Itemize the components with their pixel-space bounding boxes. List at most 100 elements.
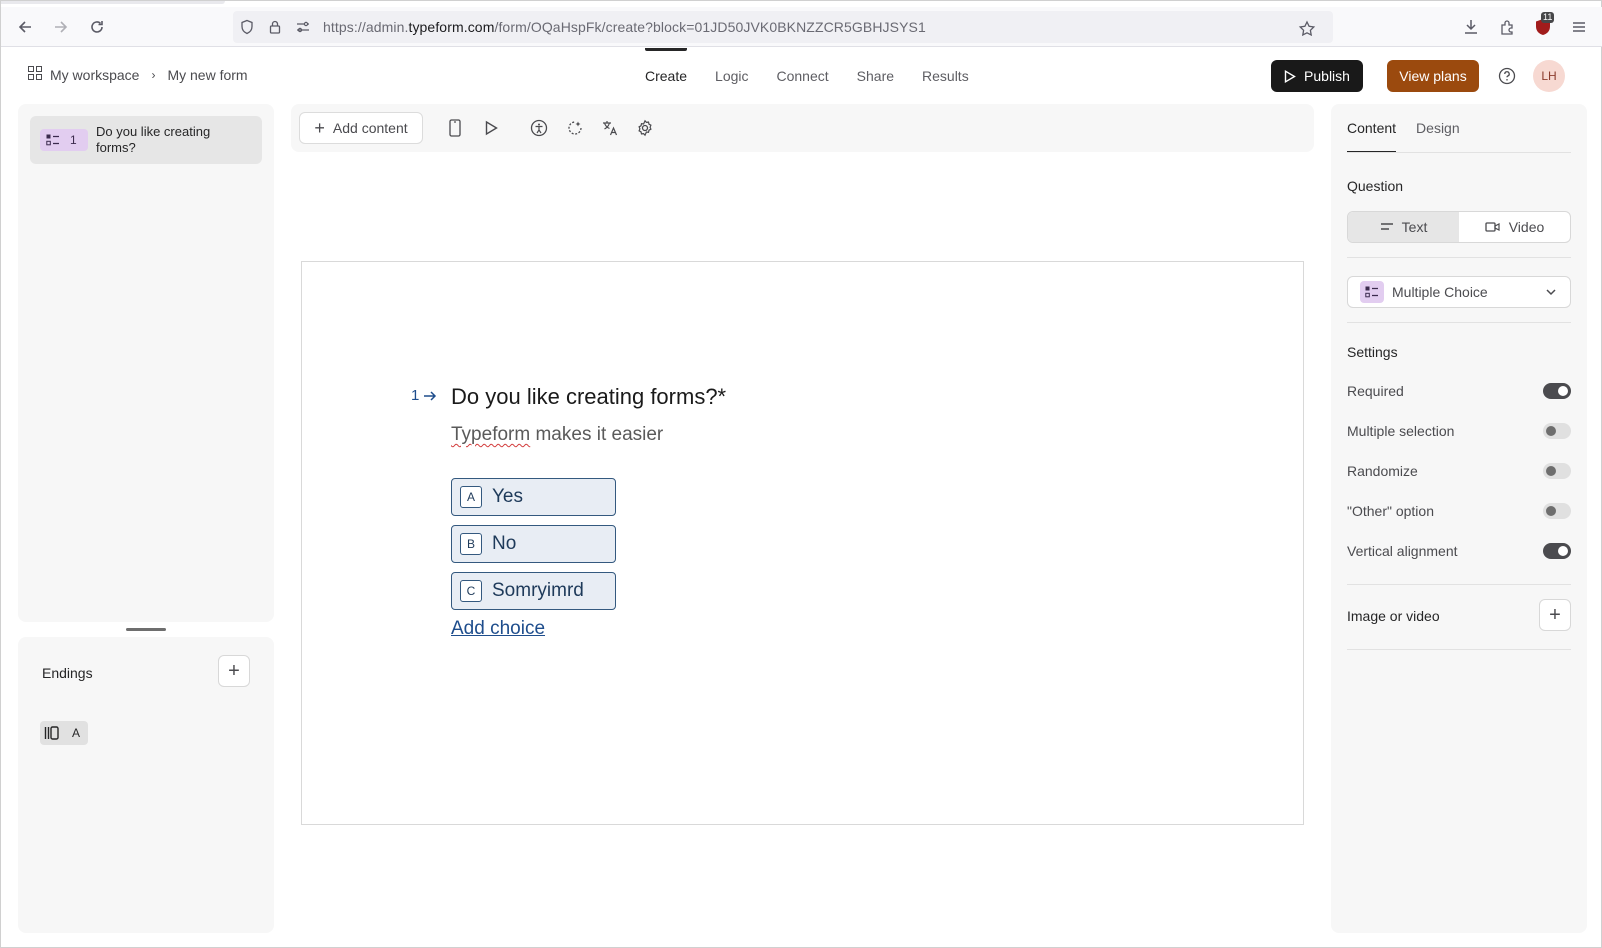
setting-label: Required (1347, 383, 1404, 399)
mode-text-button[interactable]: Text (1348, 212, 1459, 242)
mode-video-button[interactable]: Video (1459, 212, 1570, 242)
question-type-value: Multiple Choice (1392, 284, 1488, 300)
avatar[interactable]: LH (1533, 60, 1565, 92)
choice-option[interactable]: A Yes (451, 478, 616, 516)
ublock-icon[interactable]: 11 (1529, 12, 1557, 41)
question-list-item[interactable]: 1 Do you like creating forms? (30, 116, 262, 164)
extension-badge: 11 (1541, 12, 1555, 23)
add-ending-button[interactable]: + (218, 655, 250, 687)
publish-button[interactable]: Publish (1271, 60, 1363, 92)
ending-item[interactable]: A (40, 721, 88, 745)
tab-share[interactable]: Share (843, 48, 908, 104)
plus-icon: + (314, 118, 325, 138)
ending-letter: A (72, 726, 81, 740)
divider (1347, 257, 1571, 258)
url-domain: typeform.com (408, 19, 495, 35)
accessibility-icon[interactable] (527, 116, 551, 140)
forward-icon[interactable] (47, 13, 75, 41)
tab-logic[interactable]: Logic (701, 48, 762, 104)
view-plans-button[interactable]: View plans (1387, 60, 1479, 92)
extensions-icon[interactable] (1493, 13, 1521, 41)
add-choice-link[interactable]: Add choice (451, 618, 545, 640)
play-icon (1284, 69, 1296, 83)
lock-icon[interactable] (261, 13, 289, 41)
question-list-number: 1 (70, 133, 77, 147)
misspelled-word: Typeform (451, 424, 531, 445)
setting-label: "Other" option (1347, 503, 1434, 519)
plus-icon: + (1549, 603, 1561, 626)
url-path: /form/OQaHspFk/create?block=01JD50JVK0BK… (494, 19, 926, 35)
url-text[interactable]: https://admin.typeform.com/form/OQaHspFk… (323, 19, 926, 35)
menu-icon[interactable] (1565, 13, 1593, 41)
setting-vertical-alignment: Vertical alignment (1347, 540, 1571, 564)
choice-key: A (460, 486, 482, 508)
choice-label[interactable]: No (492, 533, 516, 555)
chevron-down-icon (1544, 285, 1558, 302)
address-bar[interactable]: https://admin.typeform.com/form/OQaHspFk… (233, 11, 1333, 43)
divider (1347, 584, 1571, 585)
randomize-toggle[interactable] (1543, 463, 1571, 479)
settings-section-label: Settings (1347, 344, 1398, 360)
breadcrumb-form-name[interactable]: My new form (167, 67, 247, 83)
add-content-button[interactable]: + Add content (299, 112, 423, 144)
multiple-choice-icon (1360, 281, 1384, 303)
settings-gear-icon[interactable] (633, 116, 657, 140)
question-mode-toggle: Text Video (1347, 211, 1571, 243)
permissions-icon[interactable] (289, 13, 317, 41)
browser-toolbar: https://admin.typeform.com/form/OQaHspFk… (1, 7, 1602, 47)
workspace-grid-icon (28, 66, 42, 83)
add-media-button[interactable]: + (1539, 599, 1571, 631)
description-text: makes it easier (530, 424, 664, 445)
setting-multiple-selection: Multiple selection (1347, 420, 1571, 444)
tab-create[interactable]: Create (631, 48, 701, 104)
multiple-selection-toggle[interactable] (1543, 423, 1571, 439)
editor-toolbar: + Add content (291, 104, 1314, 152)
question-number-text: 1 (411, 387, 420, 404)
divider (1347, 152, 1571, 153)
question-type-select[interactable]: Multiple Choice (1347, 276, 1571, 308)
setting-label: Randomize (1347, 463, 1418, 479)
chevron-right-icon: › (151, 67, 156, 82)
browser-tab[interactable] (1, 1, 225, 4)
shield-icon[interactable] (233, 13, 261, 41)
top-nav: Create Logic Connect Share Results (631, 48, 983, 104)
publish-label: Publish (1304, 68, 1350, 84)
help-icon[interactable] (1496, 65, 1518, 87)
reload-icon[interactable] (83, 13, 111, 41)
endings-panel: Endings + A (18, 637, 274, 933)
video-camera-icon (1485, 222, 1500, 232)
bookmark-star-icon[interactable] (1293, 15, 1321, 43)
panel-resize-handle[interactable] (126, 628, 166, 631)
tab-connect[interactable]: Connect (763, 48, 843, 104)
app-header: My workspace › My new form Create Logic … (1, 48, 1602, 104)
required-toggle[interactable] (1543, 383, 1571, 399)
choice-option[interactable]: C Somryimrd (451, 572, 616, 610)
image-or-video-label: Image or video (1347, 608, 1440, 624)
setting-required: Required (1347, 380, 1571, 404)
tab-content[interactable]: Content (1347, 104, 1397, 153)
breadcrumb-workspace[interactable]: My workspace (50, 67, 139, 83)
translate-icon[interactable] (598, 116, 622, 140)
question-description[interactable]: Typeform makes it easier (451, 424, 663, 446)
question-list-title: Do you like creating forms? (96, 124, 211, 155)
tab-design[interactable]: Design (1416, 104, 1460, 152)
back-icon[interactable] (11, 13, 39, 41)
play-preview-icon[interactable] (479, 116, 503, 140)
setting-label: Vertical alignment (1347, 543, 1458, 559)
mode-video-label: Video (1508, 219, 1545, 235)
mode-text-label: Text (1401, 219, 1428, 235)
add-content-label: Add content (332, 120, 408, 136)
choice-label[interactable]: Yes (492, 486, 523, 508)
other-option-toggle[interactable] (1543, 503, 1571, 519)
ai-assist-icon[interactable] (563, 116, 587, 140)
mobile-preview-icon[interactable] (443, 116, 467, 140)
choice-label[interactable]: Somryimrd (492, 580, 584, 602)
choice-option[interactable]: B No (451, 525, 616, 563)
vertical-alignment-toggle[interactable] (1543, 543, 1571, 559)
question-title[interactable]: Do you like creating forms?* (451, 384, 726, 410)
tab-results[interactable]: Results (908, 48, 983, 104)
choice-key: B (460, 533, 482, 555)
download-icon[interactable] (1457, 13, 1485, 41)
text-lines-icon (1380, 223, 1393, 230)
properties-tabs: Content Design (1347, 104, 1460, 153)
